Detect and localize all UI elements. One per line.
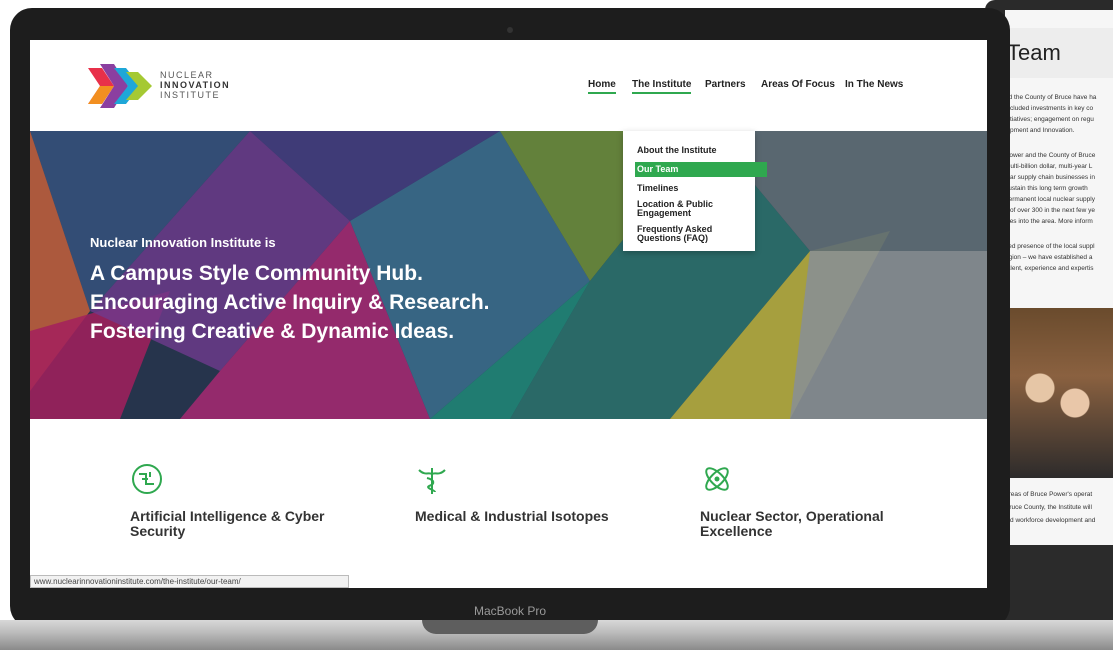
tablet-text-line: s of over 300 in the next few ye xyxy=(1005,207,1095,214)
tablet-text-line: egion – we have established a xyxy=(1005,254,1093,261)
tablet-text-line: areas of Bruce Power's operat xyxy=(1005,491,1093,498)
tablet-text-line: nitiatives; engagement on regu xyxy=(1005,116,1094,123)
camera-icon xyxy=(507,27,513,33)
nav-in-the-news[interactable]: In The News xyxy=(845,79,903,90)
tablet-text-line: Bruce County, the Institute will xyxy=(1005,504,1092,511)
tablet-text-line: sustain this long term growth xyxy=(1005,185,1088,192)
tablet-text-line: included investments in key co xyxy=(1005,105,1094,112)
status-bar-url: www.nuclearinnovationinstitute.com/the-i… xyxy=(30,575,349,588)
nav-home[interactable]: Home xyxy=(588,79,616,94)
feature-title[interactable]: Nuclear Sector, Operational Excellence xyxy=(700,509,920,539)
logo-line: INSTITUTE xyxy=(160,90,220,100)
nav-partners[interactable]: Partners xyxy=(705,79,746,90)
tablet-text-line: led workforce development and xyxy=(1005,517,1096,524)
menu-item-about[interactable]: About the Institute xyxy=(637,146,745,155)
menu-item-our-team[interactable]: Our Team xyxy=(635,162,767,177)
hero-banner: Nuclear Innovation Institute is A Campus… xyxy=(30,131,987,419)
tablet-text-line: nd the County of Bruce have ha xyxy=(1005,94,1097,101)
tablet-text-line: sed presence of the local suppl xyxy=(1005,243,1095,250)
laptop-model-label: MacBook Pro xyxy=(473,604,547,618)
tablet-text-line: multi-billion dollar, multi-year L xyxy=(1005,163,1093,170)
tablet-text-line: Power and the County of Bruce xyxy=(1005,152,1096,159)
tablet-text-line: permanent local nuclear supply xyxy=(1005,196,1095,203)
hero-line: Encouraging Active Inquiry & Research. xyxy=(90,291,490,314)
menu-item-faq[interactable]: Frequently Asked Questions (FAQ) xyxy=(637,225,745,243)
site-header: NUCLEAR INNOVATION INSTITUTE Home The In… xyxy=(30,40,987,131)
logo-icon[interactable] xyxy=(88,62,154,110)
feature-title[interactable]: Medical & Industrial Isotopes xyxy=(415,509,635,524)
tablet-text-line: lopment and Innovation. xyxy=(1005,127,1075,134)
tablet-screen: Team nd the County of Bruce have ha incl… xyxy=(1005,10,1113,590)
hero-line: A Campus Style Community Hub. xyxy=(90,262,423,285)
logo-line: INNOVATION xyxy=(160,80,231,90)
institute-dropdown-menu: About the Institute Our Team Timelines L… xyxy=(623,131,767,251)
laptop-screen: NUCLEAR INNOVATION INSTITUTE Home The In… xyxy=(30,40,987,588)
atom-icon xyxy=(705,467,729,491)
hero-line: Fostering Creative & Dynamic Ideas. xyxy=(90,320,455,343)
logo-line: NUCLEAR xyxy=(160,70,214,80)
tablet-text-line: ives into the area. More inform xyxy=(1005,218,1093,225)
hero-kicker: Nuclear Innovation Institute is xyxy=(90,235,276,250)
logo-text[interactable]: NUCLEAR INNOVATION INSTITUTE xyxy=(160,70,230,100)
nav-areas-of-focus[interactable]: Areas Of Focus xyxy=(761,79,835,90)
tablet-text-line: talent, experience and expertis xyxy=(1005,265,1094,272)
feature-title[interactable]: Artificial Intelligence & Cyber Security xyxy=(130,509,350,539)
tablet-page-title: Team xyxy=(1005,28,1113,78)
menu-item-timelines[interactable]: Timelines xyxy=(637,184,745,193)
menu-item-location[interactable]: Location & Public Engagement xyxy=(637,200,745,218)
caduceus-icon xyxy=(418,468,446,494)
brain-circuit-icon xyxy=(132,464,162,494)
tablet-footer xyxy=(1005,545,1113,590)
tablet-text-line: lear supply chain businesses in xyxy=(1005,174,1095,181)
laptop-notch xyxy=(422,620,598,634)
nav-the-institute[interactable]: The Institute xyxy=(632,79,692,94)
team-photo xyxy=(1005,308,1113,478)
